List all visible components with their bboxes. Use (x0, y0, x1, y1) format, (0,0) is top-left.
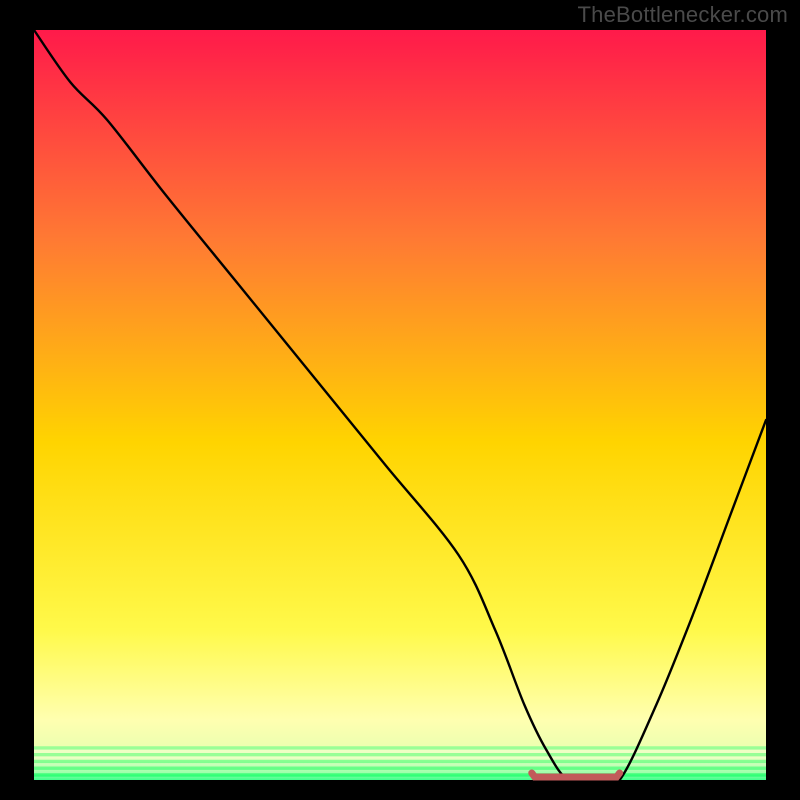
plot-area-gradient (34, 30, 766, 780)
chart-frame: TheBottlenecker.com (0, 0, 800, 800)
bottom-green-stripes (34, 746, 766, 780)
optimal-range-plateau (532, 773, 620, 777)
bottleneck-chart-svg (0, 0, 800, 800)
attribution-label: TheBottlenecker.com (578, 2, 788, 28)
